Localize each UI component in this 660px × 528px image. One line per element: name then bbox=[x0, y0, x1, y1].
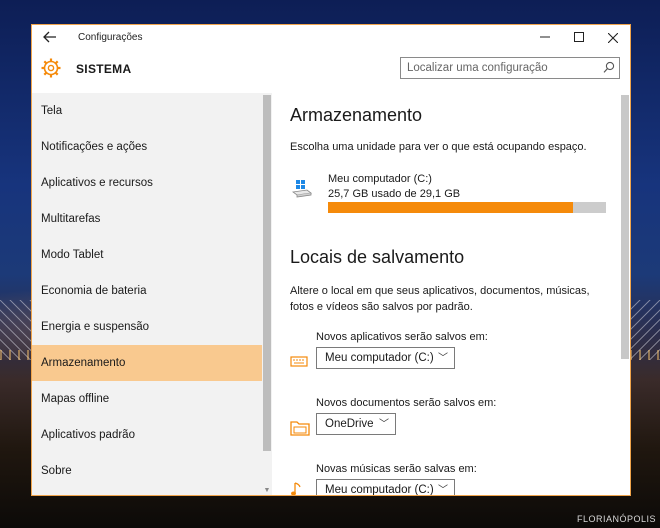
storage-heading: Armazenamento bbox=[290, 105, 423, 125]
search-input[interactable] bbox=[401, 58, 597, 78]
arrow-left-icon bbox=[43, 31, 56, 43]
music-save-location-value: Meu computador (C:) bbox=[325, 484, 434, 496]
maximize-button[interactable] bbox=[562, 27, 596, 49]
sidebar-item-sobre[interactable]: Sobre bbox=[32, 453, 262, 489]
sidebar-scroll-down-icon[interactable]: ▼ bbox=[263, 487, 271, 495]
chevron-down-icon: ﹀ bbox=[438, 485, 448, 496]
maximize-icon bbox=[574, 32, 584, 42]
music-save-label: Novas músicas serão salvas em: bbox=[316, 463, 477, 475]
sidebar-item-aplicativos[interactable]: Aplicativos e recursos bbox=[32, 165, 262, 201]
chevron-down-icon: ﹀ bbox=[438, 353, 448, 364]
title-bar: Configurações bbox=[32, 25, 630, 51]
close-icon bbox=[607, 32, 619, 44]
docs-save-location-dropdown[interactable]: OneDrive ﹀ bbox=[316, 413, 396, 435]
folder-icon bbox=[290, 421, 310, 436]
sidebar-nav: Tela Notificações e ações Aplicativos e … bbox=[32, 93, 272, 495]
apps-save-location-value: Meu computador (C:) bbox=[325, 352, 434, 364]
sidebar-scrollbar[interactable] bbox=[263, 95, 271, 451]
sidebar-item-notificacoes[interactable]: Notificações e ações bbox=[32, 129, 262, 165]
apps-save-label: Novos aplicativos serão salvos em: bbox=[316, 331, 488, 343]
docs-save-location-value: OneDrive bbox=[325, 418, 374, 430]
gear-icon bbox=[41, 58, 61, 78]
sidebar-item-energia[interactable]: Energia e suspensão bbox=[32, 309, 262, 345]
sidebar-item-modo-tablet[interactable]: Modo Tablet bbox=[32, 237, 262, 273]
back-button[interactable] bbox=[40, 29, 60, 47]
sidebar-item-multitarefas[interactable]: Multitarefas bbox=[32, 201, 262, 237]
docs-save-label: Novos documentos serão salvos em: bbox=[316, 397, 497, 409]
apps-save-location-dropdown[interactable]: Meu computador (C:) ﹀ bbox=[316, 347, 455, 369]
sidebar-item-mapas-offline[interactable]: Mapas offline bbox=[32, 381, 262, 417]
save-locations-description-line2: fotos e vídeos são salvos por padrão. bbox=[290, 301, 473, 313]
save-locations-heading: Locais de salvamento bbox=[290, 247, 465, 267]
drive-usage-text: 25,7 GB usado de 29,1 GB bbox=[328, 188, 461, 200]
storage-panel: Armazenamento Escolha uma unidade para v… bbox=[272, 93, 630, 496]
save-locations-description-line1: Altere o local em que seus aplicativos, … bbox=[290, 285, 590, 297]
wallpaper-watermark: FLORIANÓPOLIS bbox=[576, 514, 656, 524]
chevron-down-icon: ﹀ bbox=[379, 419, 389, 430]
drive-usage-bar bbox=[328, 202, 606, 213]
minimize-button[interactable] bbox=[528, 27, 562, 49]
sidebar-item-armazenamento[interactable]: Armazenamento bbox=[32, 345, 262, 381]
sidebar-item-aplicativos-padrao[interactable]: Aplicativos padrão bbox=[32, 417, 262, 453]
settings-window: Configurações SISTEMA Tela Notificações bbox=[31, 24, 631, 496]
section-title: SISTEMA bbox=[76, 62, 132, 76]
search-box[interactable] bbox=[400, 57, 620, 79]
content-scrollbar[interactable] bbox=[621, 95, 629, 359]
storage-description: Escolha uma unidade para ver o que está … bbox=[290, 141, 587, 153]
sidebar-item-tela[interactable]: Tela bbox=[32, 93, 262, 129]
keyboard-icon bbox=[290, 356, 308, 367]
drive-item-name[interactable]: Meu computador (C:) bbox=[328, 173, 432, 185]
search-icon[interactable] bbox=[603, 61, 615, 75]
drive-usage-bar-fill bbox=[328, 202, 574, 213]
sidebar-item-economia-bateria[interactable]: Economia de bateria bbox=[32, 273, 262, 309]
window-title: Configurações bbox=[78, 32, 143, 43]
minimize-icon bbox=[540, 36, 550, 38]
close-button[interactable] bbox=[596, 27, 630, 49]
music-save-location-dropdown[interactable]: Meu computador (C:) ﹀ bbox=[316, 479, 455, 496]
drive-icon bbox=[292, 180, 312, 198]
music-note-icon bbox=[291, 482, 301, 495]
